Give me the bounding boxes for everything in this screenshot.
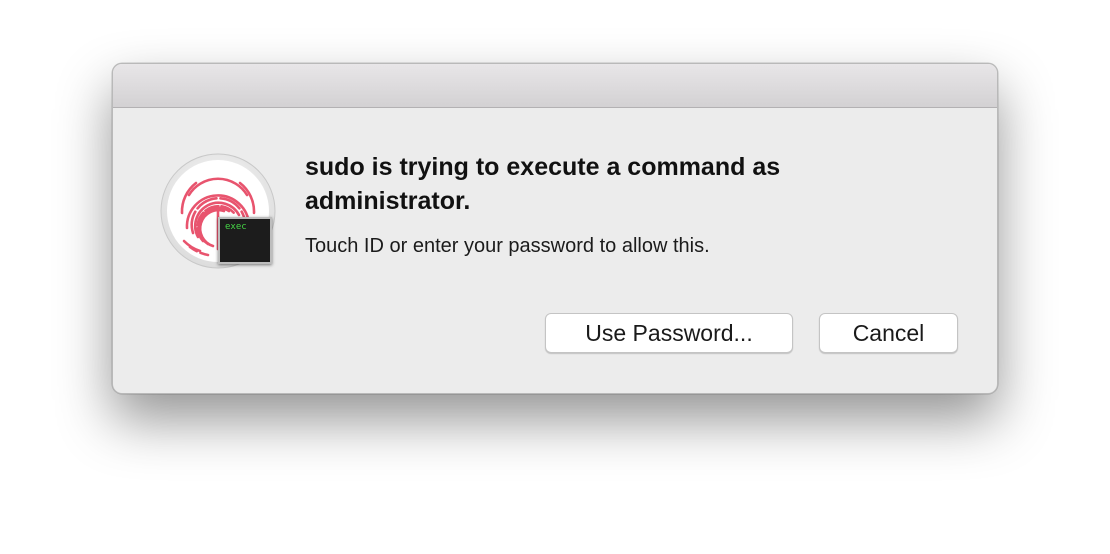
exec-label: exec [225, 222, 247, 232]
cancel-button[interactable]: Cancel [819, 313, 958, 353]
touch-id-icon-group: exec [160, 153, 276, 269]
terminal-exec-icon: exec [218, 217, 272, 264]
dialog-message: Touch ID or enter your password to allow… [305, 235, 710, 257]
use-password-button[interactable]: Use Password... [545, 313, 793, 353]
dialog-titlebar[interactable] [113, 64, 997, 108]
auth-dialog: exec sudo is trying to execute a command… [112, 63, 998, 394]
dialog-title: sudo is trying to execute a command as a… [305, 153, 781, 215]
